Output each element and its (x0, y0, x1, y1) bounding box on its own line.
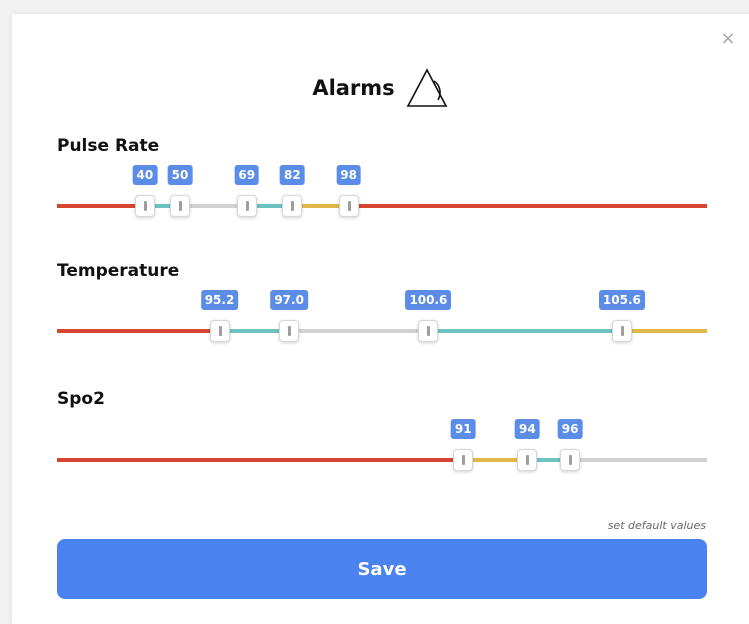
dialog-title: Alarms (312, 76, 395, 100)
pulse-rate-label: Pulse Rate (57, 136, 160, 156)
dialog-header: Alarms (12, 66, 749, 110)
slider-handle[interactable] (560, 449, 581, 471)
slider-handle[interactable] (338, 195, 359, 217)
slider-segment (57, 204, 145, 208)
temperature-slider[interactable]: 95.2 97.0 100.6 105.6 (57, 290, 707, 342)
slider-value-badge: 69 (234, 165, 260, 185)
slider-handle[interactable] (236, 195, 257, 217)
alarm-bell-icon (406, 68, 447, 107)
slider-handle[interactable] (611, 320, 632, 342)
pulse-rate-slider[interactable]: 40 50 69 82 98 (57, 165, 707, 217)
slider-value-badge: 98 (336, 165, 361, 185)
close-icon[interactable]: × (719, 30, 737, 48)
slider-handle[interactable] (453, 449, 474, 471)
slider-handle[interactable] (279, 320, 300, 342)
slider-value-badge: 95.2 (200, 290, 239, 310)
slider-value-badge: 97.0 (270, 290, 308, 310)
slider-value-badge: 94 (515, 419, 540, 439)
slider-value-badge: 100.6 (405, 290, 452, 310)
spo2-slider[interactable]: 91 94 96 (57, 419, 707, 471)
set-default-values-link[interactable]: set default values (608, 519, 706, 532)
slider-value-badge: 50 (167, 165, 193, 185)
slider-value-badge: 91 (450, 419, 476, 439)
slider-segment (289, 329, 429, 333)
slider-segment (57, 329, 220, 333)
slider-handle[interactable] (517, 449, 538, 471)
slider-value-badge: 96 (557, 419, 583, 439)
slider-segment (570, 458, 707, 462)
save-button[interactable]: Save (57, 539, 707, 599)
slider-handle[interactable] (169, 195, 190, 217)
slider-segment (621, 329, 707, 333)
slider-handle[interactable] (418, 320, 439, 342)
alarms-dialog: × Alarms Pulse Rate 40 50 69 82 98 Temperatu… (12, 14, 749, 624)
slider-value-badge: 40 (132, 165, 158, 185)
slider-handle[interactable] (209, 320, 230, 342)
slider-segment (428, 329, 622, 333)
temperature-label: Temperature (57, 261, 180, 281)
slider-segment (57, 458, 464, 462)
slider-handle[interactable] (134, 195, 155, 217)
slider-handle[interactable] (282, 195, 303, 217)
slider-value-badge: 82 (280, 165, 305, 185)
slider-value-badge: 105.6 (598, 290, 645, 310)
spo2-label: Spo2 (57, 389, 105, 409)
slider-segment (348, 204, 707, 208)
